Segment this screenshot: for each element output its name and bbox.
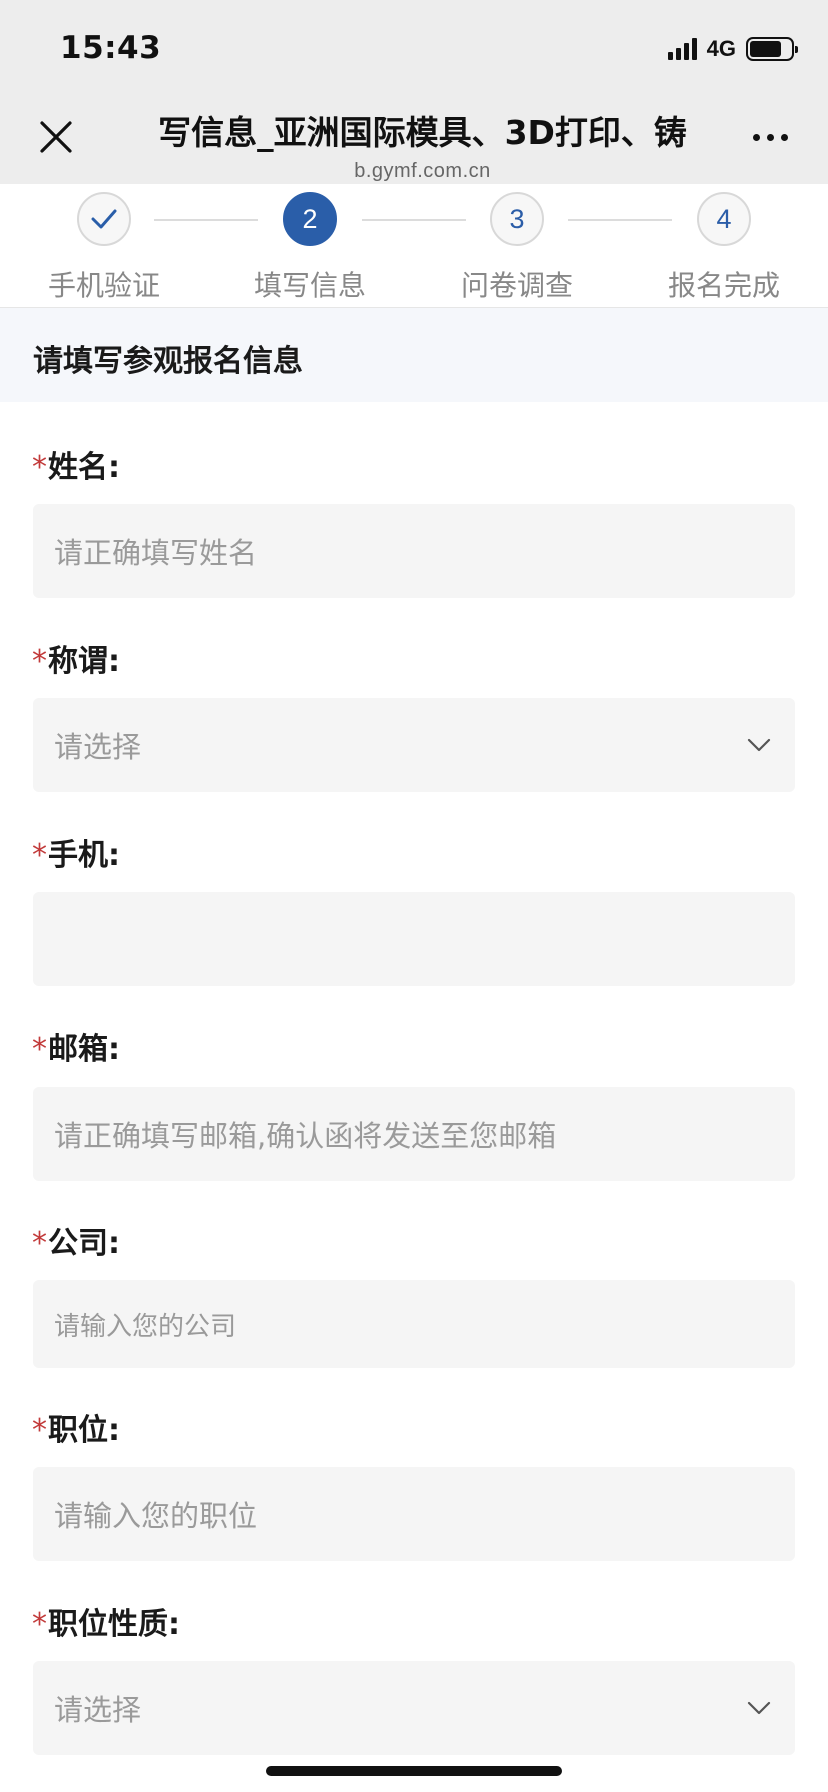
company-placeholder: 请输入您的公司 [54, 1311, 237, 1342]
chevron-down-icon [747, 738, 771, 752]
required-mark: * [32, 1607, 47, 1642]
salutation-select[interactable]: 请选择 [33, 698, 795, 792]
close-button[interactable] [34, 115, 78, 159]
step-1-label: 手机验证 [47, 269, 160, 302]
more-icon [753, 134, 760, 141]
required-mark: * [32, 1413, 47, 1448]
email-input[interactable]: 请正确填写邮箱,确认函将发送至您邮箱 [33, 1087, 795, 1181]
email-placeholder: 请正确填写邮箱,确认函将发送至您邮箱 [54, 1119, 557, 1153]
salutation-label: *称谓: [32, 644, 120, 679]
chevron-down-icon [747, 1701, 771, 1715]
salutation-placeholder: 请选择 [54, 730, 142, 764]
step-fill-info: 2 填写信息 [220, 192, 400, 304]
close-icon [40, 121, 72, 153]
email-label: *邮箱: [32, 1032, 120, 1067]
signal-icon [667, 38, 697, 60]
name-placeholder: 请正确填写姓名 [54, 536, 258, 570]
position-placeholder: 请输入您的职位 [54, 1499, 258, 1533]
step-3-circle: 3 [490, 192, 544, 246]
page-title: 写信息_亚洲国际模具、3D打印、铸 [158, 113, 687, 152]
step-2-label: 填写信息 [253, 269, 366, 302]
required-mark: * [32, 1032, 47, 1067]
required-mark: * [32, 1226, 47, 1261]
network-type: 4G [706, 36, 736, 61]
section-title: 请填写参观报名信息 [33, 344, 303, 379]
nav-title-block: 写信息_亚洲国际模具、3D打印、铸 b.gymf.com.cn [145, 106, 700, 183]
company-label: *公司: [32, 1226, 120, 1261]
position-label: *职位: [32, 1413, 120, 1448]
section-header: 请填写参观报名信息 [0, 308, 828, 402]
position-input[interactable]: 请输入您的职位 [33, 1467, 795, 1561]
page-url: b.gymf.com.cn [354, 160, 491, 182]
home-indicator[interactable] [266, 1766, 562, 1776]
step-3-label: 问卷调查 [460, 269, 573, 302]
status-indicators: 4G [667, 34, 798, 64]
name-input[interactable]: 请正确填写姓名 [33, 504, 795, 598]
required-mark: * [32, 838, 47, 873]
required-mark: * [32, 644, 47, 679]
more-button[interactable] [753, 134, 788, 141]
phone-label: *手机: [32, 838, 120, 873]
position-type-placeholder: 请选择 [54, 1693, 142, 1727]
name-label: *姓名: [32, 450, 120, 485]
status-time: 15:43 [60, 30, 162, 66]
battery-icon [746, 37, 798, 61]
step-1-circle [77, 192, 131, 246]
company-input[interactable]: 请输入您的公司 [33, 1280, 795, 1368]
top-bar: 15:43 4G 写信息_亚洲国际模具、3D打印、铸 b.gymf.com.cn [0, 0, 828, 184]
phone-input[interactable] [33, 892, 795, 986]
position-type-select[interactable]: 请选择 [33, 1661, 795, 1755]
required-mark: * [32, 450, 47, 485]
check-icon [91, 209, 117, 229]
step-phone-verify: 手机验证 [14, 192, 194, 304]
step-4-circle: 4 [697, 192, 751, 246]
step-4-label: 报名完成 [667, 269, 780, 302]
progress-stepper: 手机验证 2 填写信息 3 问卷调查 4 报名完成 [0, 184, 828, 308]
step-survey: 3 问卷调查 [427, 192, 607, 304]
position-type-label: *职位性质: [32, 1607, 180, 1642]
step-2-circle: 2 [283, 192, 337, 246]
step-complete: 4 报名完成 [634, 192, 814, 304]
